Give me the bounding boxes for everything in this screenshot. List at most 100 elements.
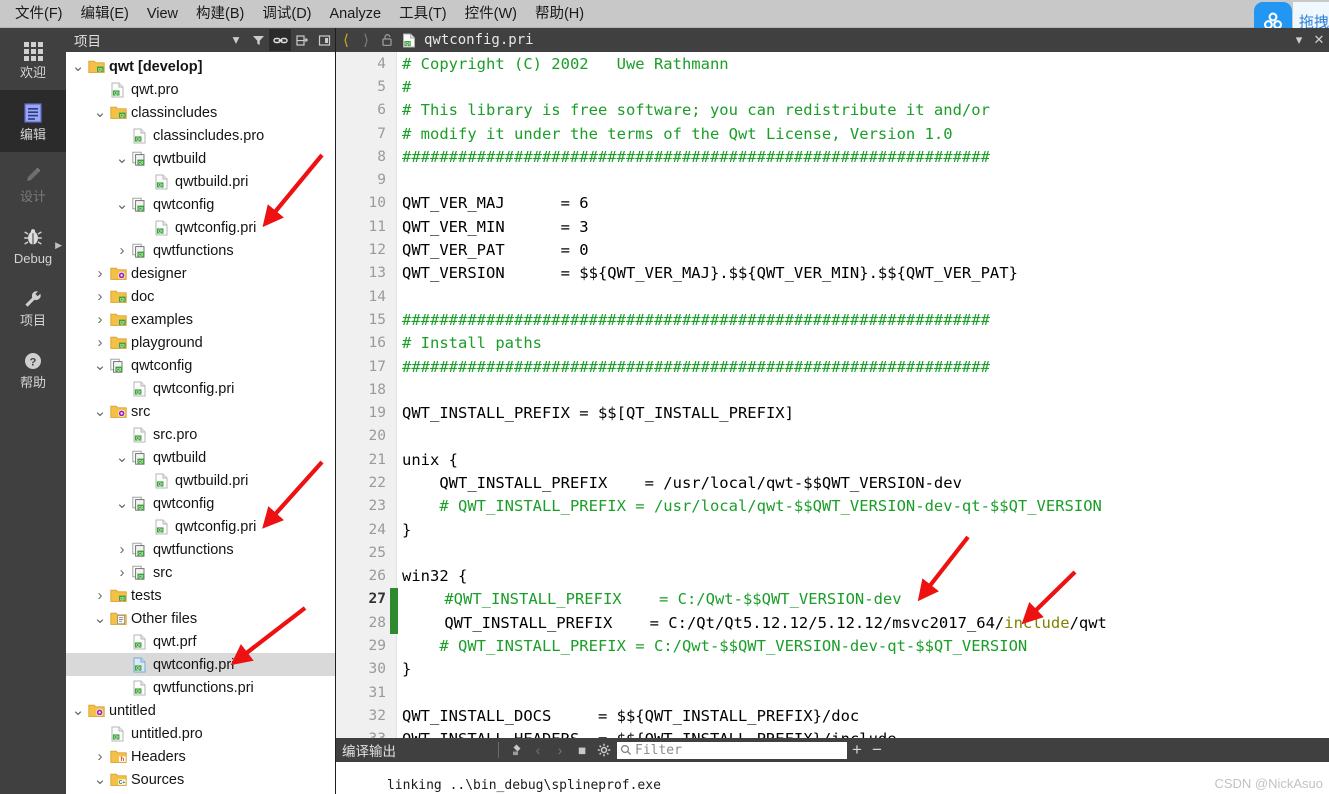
tree-item[interactable]: Qt src.pro bbox=[66, 423, 335, 446]
chevron-down-icon[interactable]: ⌄ bbox=[92, 611, 108, 626]
tree-item[interactable]: ⌄ Qt qwtconfig bbox=[66, 492, 335, 515]
tree-item[interactable]: ⌄ Other files bbox=[66, 607, 335, 630]
chevron-down-icon[interactable]: ⌄ bbox=[92, 404, 108, 419]
menu-edit[interactable]: 编辑(E) bbox=[72, 1, 138, 27]
code-line[interactable]: 32 QWT_INSTALL_DOCS = $${QWT_INSTALL_PREF… bbox=[336, 704, 1329, 727]
tree-item[interactable]: Qt qwtfunctions.pri bbox=[66, 676, 335, 699]
chevron-right-icon[interactable]: › bbox=[92, 265, 108, 282]
tree-item[interactable]: Qt untitled.pro bbox=[66, 722, 335, 745]
tab-dropdown-icon[interactable]: ▾ bbox=[1289, 32, 1309, 48]
project-tree[interactable]: ⌄ Qt qwt [develop] Qt qwt.pro ⌄ Qt classinclude… bbox=[66, 52, 335, 794]
code-line[interactable]: 4 # Copyright (C) 2002 Uwe Rathmann bbox=[336, 52, 1329, 75]
tree-item[interactable]: Qt qwtconfig.pri bbox=[66, 377, 335, 400]
code-line[interactable]: 10 QWT_VER_MAJ = 6 bbox=[336, 192, 1329, 215]
tree-item[interactable]: › h Headers bbox=[66, 745, 335, 768]
menu-debug[interactable]: 调试(D) bbox=[253, 1, 320, 27]
code-editor[interactable]: 4 # Copyright (C) 2002 Uwe Rathmann 5 #6 # T… bbox=[336, 52, 1329, 766]
link-with-editor-icon[interactable] bbox=[269, 29, 291, 51]
code-line[interactable]: 20 bbox=[336, 425, 1329, 448]
code-line[interactable]: 23 # QWT_INSTALL_PREFIX = /usr/local/qwt… bbox=[336, 495, 1329, 518]
code-line[interactable]: 31 bbox=[336, 681, 1329, 704]
chevron-right-icon[interactable]: ▶ bbox=[55, 240, 62, 251]
filter-input[interactable]: Filter bbox=[632, 743, 682, 758]
zoom-out-button[interactable]: − bbox=[867, 740, 887, 760]
code-line[interactable]: 21 unix { bbox=[336, 448, 1329, 471]
chevron-down-icon[interactable]: ⌄ bbox=[92, 772, 108, 787]
menu-build[interactable]: 构建(B) bbox=[187, 1, 253, 27]
filter-input-wrapper[interactable]: Filter bbox=[617, 741, 847, 759]
prev-item-icon[interactable]: ‹ bbox=[527, 743, 549, 758]
tree-item[interactable]: Qt qwtbuild.pri bbox=[66, 469, 335, 492]
tree-item[interactable]: Qt qwtbuild.pri bbox=[66, 170, 335, 193]
chevron-right-icon[interactable]: › bbox=[114, 564, 130, 581]
chevron-down-icon[interactable]: ⌄ bbox=[114, 151, 130, 166]
tree-item[interactable]: Qt qwtconfig.pri bbox=[66, 515, 335, 538]
tree-item[interactable]: ⌄ Qt qwtbuild bbox=[66, 446, 335, 469]
code-line[interactable]: 25 bbox=[336, 541, 1329, 564]
mode-button-debug[interactable]: ▶ Debug bbox=[0, 214, 66, 276]
menu-analyze[interactable]: Analyze bbox=[321, 1, 391, 27]
tree-item[interactable]: ⌄ Qt qwt [develop] bbox=[66, 55, 335, 78]
code-line[interactable]: 17 ######################################… bbox=[336, 355, 1329, 378]
tree-item[interactable]: ⌄ untitled bbox=[66, 699, 335, 722]
code-line[interactable]: 5 # bbox=[336, 75, 1329, 98]
code-line[interactable]: 19 QWT_INSTALL_PREFIX = $$[QT_INSTALL_PRE… bbox=[336, 401, 1329, 424]
code-line[interactable]: 15 ######################################… bbox=[336, 308, 1329, 331]
unlocked-icon[interactable] bbox=[376, 33, 398, 47]
mode-button-projects[interactable]: 项目 bbox=[0, 276, 66, 338]
tab-close-icon[interactable]: ✕ bbox=[1309, 32, 1329, 48]
settings-gear-icon[interactable] bbox=[593, 743, 615, 757]
zoom-in-button[interactable]: + bbox=[847, 740, 867, 760]
mode-button-help[interactable]: ? 帮助 bbox=[0, 338, 66, 400]
tree-item[interactable]: ⌄ Qt classincludes bbox=[66, 101, 335, 124]
stop-icon[interactable]: ■ bbox=[571, 743, 593, 758]
chevron-down-icon[interactable]: ⌄ bbox=[92, 358, 108, 373]
chevron-right-icon[interactable]: › bbox=[92, 334, 108, 351]
chevron-right-icon[interactable]: › bbox=[92, 587, 108, 604]
code-line[interactable]: 18 bbox=[336, 378, 1329, 401]
code-line[interactable]: 30} bbox=[336, 658, 1329, 681]
project-dropdown-arrow-icon[interactable]: ▾ bbox=[225, 29, 247, 51]
chevron-down-icon[interactable]: ⌄ bbox=[114, 496, 130, 511]
chevron-down-icon[interactable]: ⌄ bbox=[70, 703, 86, 718]
code-line[interactable]: 28 QWT_INSTALL_PREFIX = C:/Qt/Qt5.12.12/… bbox=[336, 611, 1329, 635]
nav-back-icon[interactable]: ⟨ bbox=[336, 31, 356, 49]
tree-item[interactable]: ⌄ C+ Sources bbox=[66, 768, 335, 791]
tree-item[interactable]: › Qt qwtfunctions bbox=[66, 239, 335, 262]
tree-item[interactable]: › Qt playground bbox=[66, 331, 335, 354]
chevron-down-icon[interactable]: ⌄ bbox=[114, 450, 130, 465]
chevron-down-icon[interactable]: ⌄ bbox=[114, 197, 130, 212]
code-line[interactable]: 16 # Install paths bbox=[336, 332, 1329, 355]
filter-icon[interactable] bbox=[247, 29, 269, 51]
chevron-right-icon[interactable]: › bbox=[92, 748, 108, 765]
code-line[interactable]: 26 win32 { bbox=[336, 565, 1329, 588]
code-line[interactable]: 14 bbox=[336, 285, 1329, 308]
code-line[interactable]: 6 # This library is free software; you ca… bbox=[336, 99, 1329, 122]
tree-item[interactable]: › Qt examples bbox=[66, 308, 335, 331]
code-line[interactable]: 11 QWT_VER_MIN = 3 bbox=[336, 215, 1329, 238]
tree-item[interactable]: Qt qwtconfig.pri bbox=[66, 216, 335, 239]
menu-tools[interactable]: 工具(T) bbox=[390, 1, 456, 27]
tree-item[interactable]: Qt classincludes.pro bbox=[66, 124, 335, 147]
code-line[interactable]: 27 #QWT_INSTALL_PREFIX = C:/Qwt-$$QWT_VE… bbox=[336, 587, 1329, 612]
tree-item[interactable]: › Qt qwtfunctions bbox=[66, 538, 335, 561]
mode-button-welcome[interactable]: 欢迎 bbox=[0, 28, 66, 90]
code-line[interactable]: 29 # QWT_INSTALL_PREFIX = C:/Qwt-$$QWT_V… bbox=[336, 634, 1329, 657]
next-item-icon[interactable]: › bbox=[549, 743, 571, 758]
code-line[interactable]: 8 #######################################… bbox=[336, 145, 1329, 168]
tree-item-selected[interactable]: Qt qwtconfig.pri bbox=[66, 653, 335, 676]
code-line[interactable]: 24} bbox=[336, 518, 1329, 541]
tree-item[interactable]: Qt qwt.pro bbox=[66, 78, 335, 101]
tree-item[interactable]: › Qt doc bbox=[66, 285, 335, 308]
nav-forward-icon[interactable]: ⟩ bbox=[356, 31, 376, 49]
menu-view[interactable]: View bbox=[138, 1, 187, 27]
chevron-down-icon[interactable]: ⌄ bbox=[92, 105, 108, 120]
mode-button-design[interactable]: 设计 bbox=[0, 152, 66, 214]
chevron-right-icon[interactable]: › bbox=[92, 288, 108, 305]
editor-tab-title[interactable]: qwtconfig.pri bbox=[420, 32, 534, 48]
code-line[interactable]: 9 bbox=[336, 168, 1329, 191]
mode-button-edit[interactable]: 编辑 bbox=[0, 90, 66, 152]
tree-item[interactable]: › designer bbox=[66, 262, 335, 285]
collapse-all-icon[interactable] bbox=[291, 29, 313, 51]
chevron-right-icon[interactable]: › bbox=[114, 242, 130, 259]
